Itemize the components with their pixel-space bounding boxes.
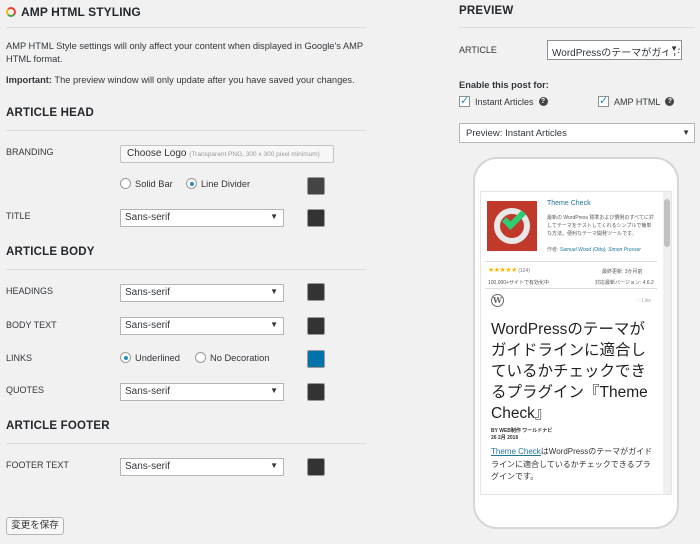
chevron-down-icon: ▼ xyxy=(668,44,678,53)
links-label: LINKS xyxy=(6,353,33,363)
checkbox-instant-articles[interactable]: Instant Articles ? xyxy=(459,94,548,107)
radio-underlined[interactable]: Underlined xyxy=(120,352,180,363)
preview-mode-select[interactable]: Preview: Instant Articles ▼ xyxy=(459,123,695,143)
scrollbar-thumb[interactable] xyxy=(664,199,670,247)
radio-line-divider[interactable]: Line Divider xyxy=(186,178,250,189)
section-title-article-body: ARTICLE BODY xyxy=(6,246,95,258)
chevron-down-icon: ▼ xyxy=(270,461,278,470)
headings-label: HEADINGS xyxy=(6,286,54,296)
body-font-select[interactable]: Sans-serif ▼ xyxy=(120,317,284,335)
help-icon[interactable]: ? xyxy=(538,97,548,106)
plugin-author: 作者: Samuel Wood (Otto), Simon Prosser xyxy=(547,247,641,253)
article-body: Theme CheckはWordPressのテーマがガイドラインに適合しているか… xyxy=(491,447,653,481)
headings-font-select[interactable]: Sans-serif ▼ xyxy=(120,284,284,302)
chevron-down-icon: ▼ xyxy=(270,386,278,395)
divider xyxy=(6,443,366,444)
article-byline: BY WEB制作 ワールドナビ 26 2月 2016 xyxy=(491,428,553,441)
chevron-down-icon: ▼ xyxy=(270,320,278,329)
branding-color-swatch[interactable] xyxy=(307,177,325,195)
enable-label: Enable this post for: xyxy=(459,80,549,90)
page-header: AMP HTML STYLING xyxy=(6,5,141,19)
branding-label: BRANDING xyxy=(6,147,54,157)
quotes-font-select[interactable]: Sans-serif ▼ xyxy=(120,383,284,401)
preview-title: PREVIEW xyxy=(459,5,514,17)
chevron-down-icon: ▼ xyxy=(270,287,278,296)
like-button[interactable]: ♡ Like xyxy=(636,298,651,304)
title-font-select[interactable]: Sans-serif ▼ xyxy=(120,209,284,227)
description-text: AMP HTML Style settings will only affect… xyxy=(6,41,363,64)
title-color-swatch[interactable] xyxy=(307,209,325,227)
page-title: AMP HTML STYLING xyxy=(21,5,141,19)
compatible-version: 対応最新バージョン: 4.6.2 xyxy=(595,280,654,286)
google-icon xyxy=(6,7,16,17)
plugin-description: 最新の WordPress 標準および慣例のすべてに対してテーマをテストしてくれ… xyxy=(547,215,654,237)
quotes-color-swatch[interactable] xyxy=(307,383,325,401)
checkbox[interactable] xyxy=(459,94,470,107)
rating-stars: ★★★★★ (124) xyxy=(488,267,531,274)
divider xyxy=(6,27,366,28)
divider xyxy=(485,288,657,289)
article-select[interactable]: WordPressのテーマがガイドラ ▼ xyxy=(547,40,682,60)
active-installs: 100,000+サイトで有効化中 xyxy=(488,280,549,286)
radio-button[interactable] xyxy=(186,178,197,189)
chevron-down-icon: ▼ xyxy=(270,212,278,221)
section-title-article-head: ARTICLE HEAD xyxy=(6,107,95,119)
footer-font-select[interactable]: Sans-serif ▼ xyxy=(120,458,284,476)
footer-color-swatch[interactable] xyxy=(307,458,325,476)
wordpress-icon: W xyxy=(491,294,504,307)
last-updated: 最終更新: 3か月前 xyxy=(602,269,643,275)
footer-text-label: FOOTER TEXT xyxy=(6,460,69,470)
radio-button[interactable] xyxy=(120,352,131,363)
chevron-down-icon: ▼ xyxy=(682,128,690,137)
checkbox[interactable] xyxy=(598,94,609,107)
checkbox-amp-html[interactable]: AMP HTML ? xyxy=(598,94,675,107)
save-changes-button[interactable]: 変更を保存 xyxy=(6,517,64,535)
body-text-label: BODY TEXT xyxy=(6,320,57,330)
article-label: ARTICLE xyxy=(459,45,497,55)
divider xyxy=(459,27,695,28)
radio-no-decoration[interactable]: No Decoration xyxy=(195,352,269,363)
choose-logo-button[interactable]: Choose Logo (Transparent PNG, 300 x 300 … xyxy=(120,145,334,163)
body-color-swatch[interactable] xyxy=(307,317,325,335)
divider xyxy=(485,261,657,262)
section-title-article-footer: ARTICLE FOOTER xyxy=(6,420,110,432)
help-icon[interactable]: ? xyxy=(665,97,675,106)
radio-button[interactable] xyxy=(120,178,131,189)
radio-solid-bar[interactable]: Solid Bar xyxy=(120,178,173,189)
article-link[interactable]: Theme Check xyxy=(491,447,541,456)
divider xyxy=(6,130,366,131)
quotes-label: QUOTES xyxy=(6,385,45,395)
theme-check-plugin-icon xyxy=(487,201,537,251)
plugin-name[interactable]: Theme Check xyxy=(547,200,591,207)
important-notice: Important: The preview window will only … xyxy=(6,75,355,85)
article-title: WordPressのテーマがガイドラインに適合しているかチェックできるプラグイン… xyxy=(491,321,648,422)
title-label: TITLE xyxy=(6,211,31,221)
links-color-swatch[interactable] xyxy=(307,350,325,368)
headings-color-swatch[interactable] xyxy=(307,283,325,301)
radio-button[interactable] xyxy=(195,352,206,363)
divider xyxy=(6,269,366,270)
